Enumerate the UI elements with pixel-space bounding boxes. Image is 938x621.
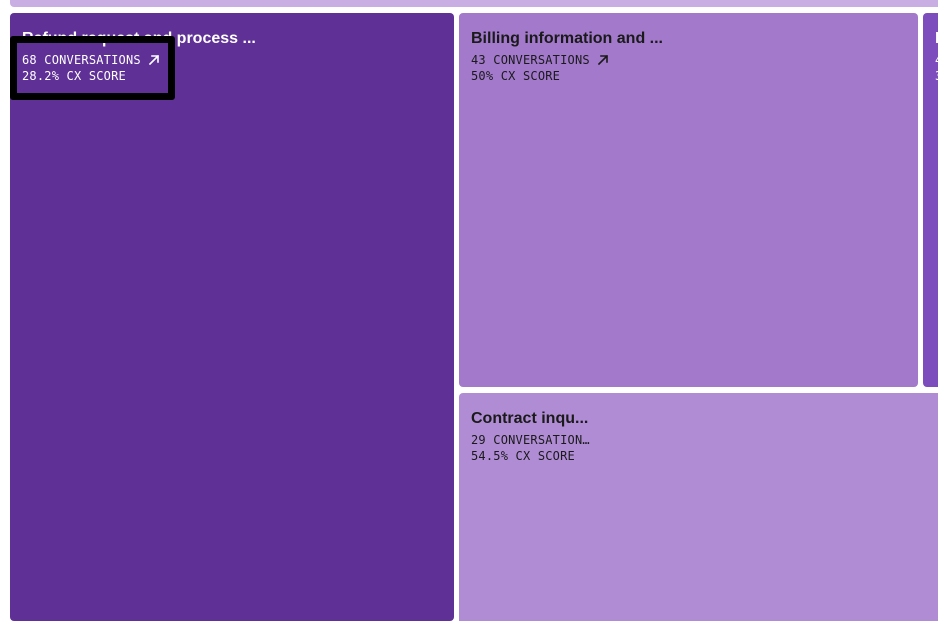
arrow-up-right-icon[interactable]	[147, 53, 161, 67]
conversation-count: 43 CONVERSATIONS	[471, 53, 590, 67]
conversations-row[interactable]: 68 CONVERSATIONS	[22, 52, 442, 68]
conversation-count: 68 CONVERSATIONS	[22, 53, 141, 67]
tile-title: Contract inqu...	[471, 410, 589, 427]
treemap-tile-refund[interactable]: Refund request and process ... 68 CONVER…	[10, 13, 454, 621]
treemap-tile-top-partial[interactable]	[10, 0, 938, 7]
treemap-tile-contract[interactable]: Contract inqu... 29 CONVERSATION… 54.5% …	[459, 393, 938, 621]
cx-score: 54.5% CX SCORE	[471, 449, 575, 463]
arrow-up-right-icon[interactable]	[596, 53, 610, 67]
treemap-tile-partial-right[interactable]: I 4 3	[923, 13, 938, 387]
tile-meta: 43 CONVERSATIONS 50% CX SCORE	[471, 52, 906, 84]
treemap-tile-billing[interactable]: Billing information and ... 43 CONVERSAT…	[459, 13, 918, 387]
conversation-count: 29 CONVERSATION…	[471, 433, 590, 447]
cx-score: 50% CX SCORE	[471, 69, 561, 83]
treemap-canvas: Refund request and process ... 68 CONVER…	[0, 0, 938, 621]
tile-title: Refund request and process ...	[22, 30, 256, 47]
tile-meta: 68 CONVERSATIONS 28.2% CX SCORE	[22, 52, 442, 84]
conversations-row[interactable]: 43 CONVERSATIONS	[471, 52, 906, 68]
tile-title: Billing information and ...	[471, 30, 663, 47]
tile-meta: 29 CONVERSATION… 54.5% CX SCORE	[471, 432, 937, 464]
cx-score: 28.2% CX SCORE	[22, 69, 126, 83]
